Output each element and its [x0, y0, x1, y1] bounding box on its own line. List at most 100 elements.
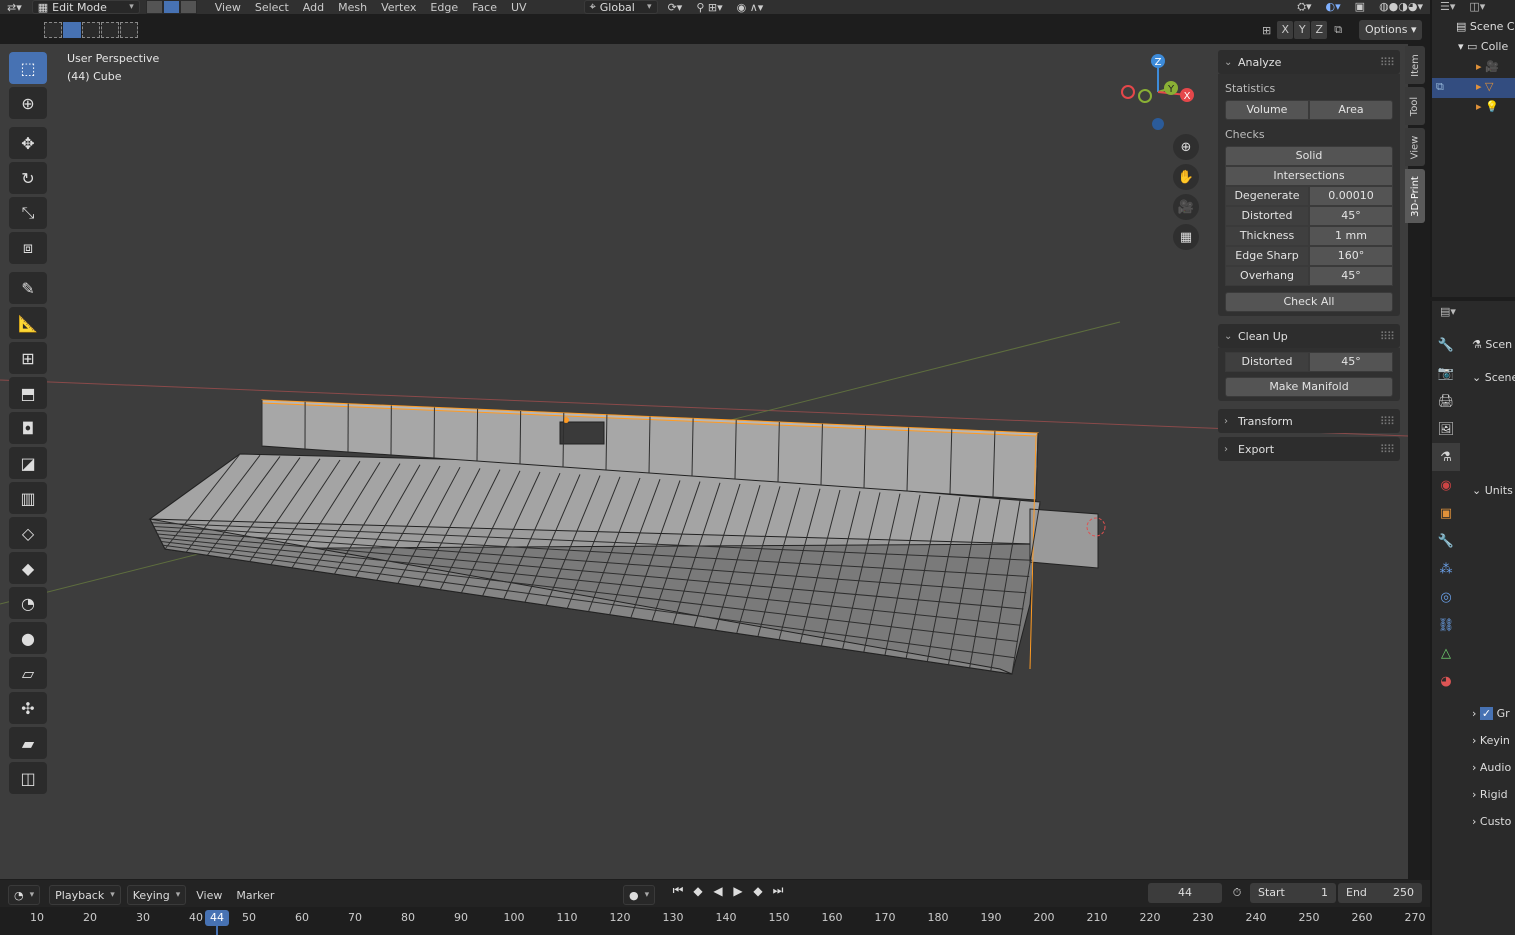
play-reverse-icon[interactable]: ◀ [708, 884, 728, 898]
select-extend-icon[interactable] [63, 22, 81, 38]
thickness-value[interactable]: 1 mm [1309, 226, 1393, 246]
solid-button[interactable]: Solid [1225, 146, 1393, 166]
volume-button[interactable]: Volume [1225, 100, 1309, 120]
jump-end-icon[interactable]: ⏭ [768, 883, 788, 898]
cleanup-panel-header[interactable]: ⌄ Clean Up ⠿⠿ [1218, 324, 1400, 348]
menu-select[interactable]: Select [248, 1, 296, 14]
snap-icon[interactable]: ⚲ ⊞▾ [689, 1, 729, 14]
poly-build-icon[interactable]: ◆ [9, 552, 47, 584]
analyze-panel-header[interactable]: ⌄ Analyze ⠿⠿ [1218, 50, 1400, 74]
playback-dropdown[interactable]: Playback ▾ [49, 885, 121, 905]
current-frame-indicator[interactable]: 44 [205, 910, 229, 926]
move-icon[interactable]: ✥ [9, 127, 47, 159]
editor-type-icon[interactable]: ☰▾ [1440, 0, 1455, 14]
modifier-icon[interactable]: 🔧 [1432, 527, 1460, 555]
outliner-scene-row[interactable]: ▤ Scene C [1456, 20, 1515, 33]
scene-icon[interactable]: ⚗ [1432, 443, 1460, 471]
distorted-value[interactable]: 45° [1309, 206, 1393, 226]
rigid-panel-header[interactable]: › Rigid [1472, 784, 1508, 806]
select-new-icon[interactable] [44, 22, 62, 38]
outliner-light-row[interactable]: ▸ 💡 [1476, 100, 1499, 113]
face-select-icon[interactable] [179, 0, 197, 14]
gravity-panel-header[interactable]: › ✓ Gr [1472, 703, 1510, 725]
tool-settings-icon[interactable]: 🔧 [1432, 331, 1460, 359]
render-icon[interactable]: 📷 [1432, 359, 1460, 387]
measure-icon[interactable]: 📐 [9, 307, 47, 339]
overhang-value[interactable]: 45° [1309, 266, 1393, 286]
outliner-collection-row[interactable]: ▾ ▭ Colle [1458, 40, 1508, 53]
vertex-select-icon[interactable] [145, 0, 163, 14]
world-icon[interactable]: ◉ [1432, 471, 1460, 499]
make-manifold-button[interactable]: Make Manifold [1225, 377, 1393, 397]
proportional-edit-icon[interactable]: ◉ ∧▾ [730, 1, 771, 14]
cursor-icon[interactable]: ⊕ [9, 87, 47, 119]
export-panel-header[interactable]: › Export ⠿⠿ [1218, 437, 1400, 461]
select-difference-icon[interactable] [101, 22, 119, 38]
thickness-button[interactable]: Thickness [1225, 226, 1309, 246]
intersections-button[interactable]: Intersections [1225, 166, 1393, 186]
menu-mesh[interactable]: Mesh [331, 1, 374, 14]
spin-icon[interactable]: ◔ [9, 587, 47, 619]
pivot-icon[interactable]: ⟳▾ [661, 1, 690, 14]
bevel-icon[interactable]: ◪ [9, 447, 47, 479]
prev-keyframe-icon[interactable]: ◆ [688, 884, 708, 898]
jump-start-icon[interactable]: ⏮ [668, 883, 688, 898]
camera-view-icon[interactable]: 🎥 [1173, 194, 1199, 220]
axis-z-toggle[interactable]: Z [1311, 21, 1328, 39]
menu-vertex[interactable]: Vertex [374, 1, 423, 14]
auto-keying-toggle[interactable]: ● ▾ [623, 885, 656, 905]
scale-icon[interactable]: ⤡ [9, 197, 47, 229]
edge-sharp-button[interactable]: Edge Sharp [1225, 246, 1309, 266]
particles-icon[interactable]: ⁂ [1432, 555, 1460, 583]
degenerate-value[interactable]: 0.00010 [1309, 186, 1393, 206]
output-icon[interactable]: 🖨 [1432, 387, 1460, 415]
physics-icon[interactable]: ◎ [1432, 583, 1460, 611]
degenerate-button[interactable]: Degenerate [1225, 186, 1309, 206]
custom-panel-header[interactable]: › Custo [1472, 811, 1511, 833]
menu-face[interactable]: Face [465, 1, 504, 14]
loop-cut-icon[interactable]: ▥ [9, 482, 47, 514]
outliner-camera-row[interactable]: ▸ 🎥 [1476, 60, 1499, 73]
overhang-button[interactable]: Overhang [1225, 266, 1309, 286]
cleanup-distorted-button[interactable]: Distorted [1225, 352, 1309, 372]
cleanup-distorted-value[interactable]: 45° [1309, 352, 1393, 372]
select-subtract-icon[interactable] [82, 22, 100, 38]
select-intersect-icon[interactable] [120, 22, 138, 38]
auto-merge-icon[interactable]: ⧉ [1334, 23, 1342, 37]
axis-y-toggle[interactable]: Y [1294, 21, 1311, 39]
view-layer-icon[interactable]: 🖼 [1432, 415, 1460, 443]
end-frame-field[interactable]: End 250 [1338, 883, 1422, 903]
outliner-cube-row[interactable]: ⧉ ▸ ▽ [1432, 78, 1515, 98]
keying-panel-header[interactable]: › Keyin [1472, 730, 1510, 752]
checkbox-icon[interactable]: ✓ [1479, 707, 1494, 720]
area-button[interactable]: Area [1309, 100, 1393, 120]
current-frame-field[interactable]: 44 [1148, 883, 1222, 903]
units-panel-header[interactable]: ⌄ Units [1472, 480, 1513, 502]
check-all-button[interactable]: Check All [1225, 292, 1393, 312]
tab-tool[interactable]: Tool [1405, 87, 1425, 125]
play-icon[interactable]: ▶ [728, 884, 748, 898]
frame-ruler[interactable]: 270 260 250 240 230 220 210 200 190 180 170 160 150 1… [0, 907, 1430, 935]
keying-dropdown[interactable]: Keying ▾ [126, 885, 187, 905]
gizmo-toggle-icon[interactable]: ⛭▾ [1290, 0, 1318, 14]
tab-item[interactable]: Item [1405, 46, 1425, 84]
navigation-gizmo[interactable]: Z Y X [1115, 50, 1205, 135]
drag-grip-icon[interactable]: ⠿⠿ [1380, 443, 1395, 456]
tab-view[interactable]: View [1405, 128, 1425, 166]
shear-icon[interactable]: ▰ [9, 727, 47, 759]
data-icon[interactable]: △ [1432, 639, 1460, 667]
pan-hand-icon[interactable]: ✋ [1173, 164, 1199, 190]
editor-type-dropdown[interactable]: ◔ ▾ [8, 885, 41, 905]
shrink-fatten-icon[interactable]: ✣ [9, 692, 47, 724]
annotate-icon[interactable]: ✎ [9, 272, 47, 304]
constraints-icon[interactable]: ⛓ [1432, 611, 1460, 639]
start-frame-field[interactable]: Start 1 [1250, 883, 1336, 903]
rip-region-icon[interactable]: ◫ [9, 762, 47, 794]
menu-marker[interactable]: Marker [229, 889, 281, 902]
display-mode-icon[interactable]: ◫▾ [1469, 0, 1485, 14]
audio-panel-header[interactable]: › Audio [1472, 757, 1511, 779]
axis-x-toggle[interactable]: X [1277, 21, 1294, 39]
extrude-icon[interactable]: ⬒ [9, 377, 47, 409]
drag-grip-icon[interactable]: ⠿⠿ [1380, 415, 1395, 428]
menu-view[interactable]: View [189, 889, 229, 902]
